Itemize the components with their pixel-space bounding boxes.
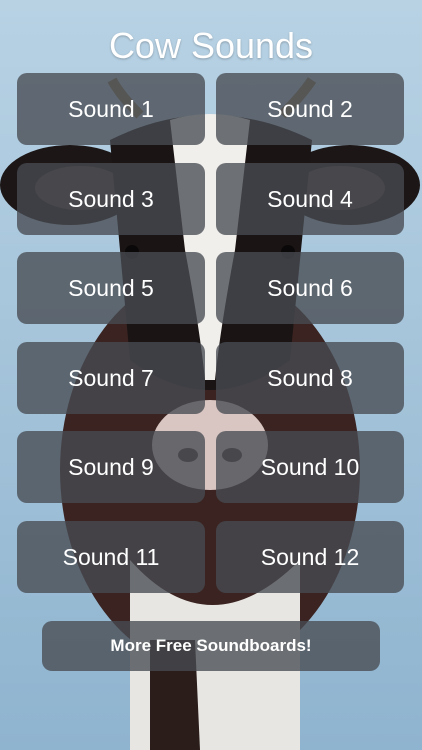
sound-3-button[interactable]: Sound 3 xyxy=(17,163,205,235)
sound-8-button[interactable]: Sound 8 xyxy=(216,342,404,414)
sound-10-button[interactable]: Sound 10 xyxy=(216,431,404,503)
more-soundboards-button[interactable]: More Free Soundboards! xyxy=(42,621,380,671)
sound-5-button[interactable]: Sound 5 xyxy=(17,252,205,324)
app-title: Cow Sounds xyxy=(108,25,314,66)
sound-6-button[interactable]: Sound 6 xyxy=(216,252,404,324)
sound-4-button[interactable]: Sound 4 xyxy=(216,163,404,235)
sound-12-button[interactable]: Sound 12 xyxy=(216,521,404,593)
sound-1-button[interactable]: Sound 1 xyxy=(17,73,205,145)
sound-9-button[interactable]: Sound 9 xyxy=(17,431,205,503)
sound-7-button[interactable]: Sound 7 xyxy=(17,342,205,414)
sound-2-button[interactable]: Sound 2 xyxy=(216,73,404,145)
sound-11-button[interactable]: Sound 11 xyxy=(17,521,205,593)
